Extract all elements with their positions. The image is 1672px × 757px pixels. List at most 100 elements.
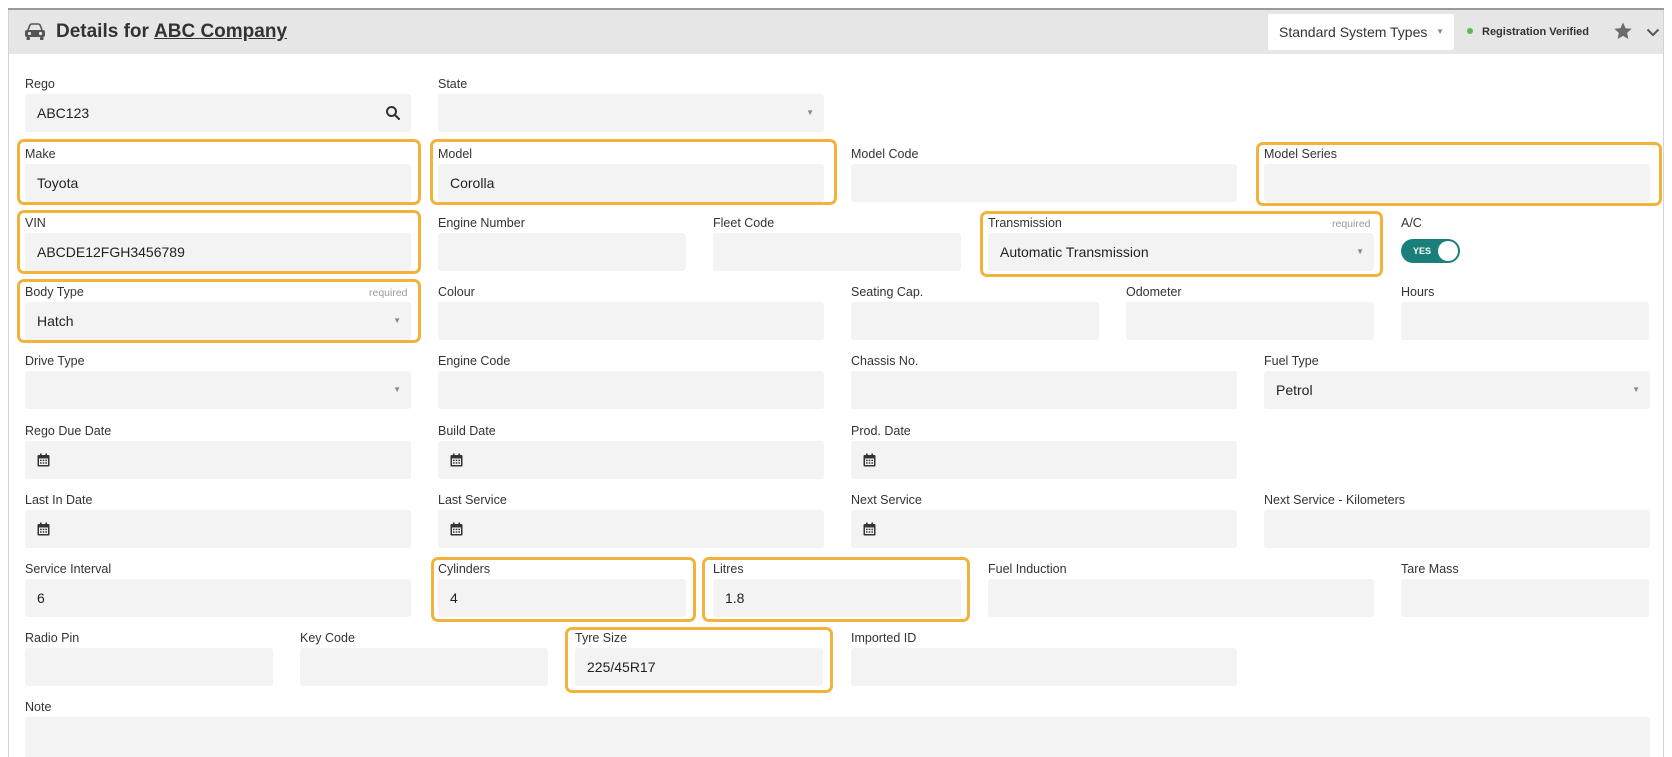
note-textarea[interactable] — [25, 717, 1650, 757]
rego-due-date-label: Rego Due Date — [25, 424, 112, 438]
imported-id-label: Imported ID — [851, 631, 917, 645]
make-value: Toyota — [37, 175, 79, 191]
engine-code-label: Engine Code — [438, 354, 511, 368]
fuel-type-select[interactable]: Petrol ▼ — [1264, 371, 1650, 409]
service-interval-value: 6 — [37, 590, 45, 606]
vin-label: VIN — [25, 216, 46, 230]
make-input[interactable]: Toyota — [25, 164, 411, 202]
calendar-icon[interactable] — [450, 522, 463, 536]
model-code-input[interactable] — [851, 164, 1237, 202]
required-tag: required — [369, 287, 408, 299]
next-service-km-input[interactable] — [1264, 510, 1650, 548]
last-service-input[interactable] — [438, 510, 824, 548]
registration-status-badge: Registration Verified — [1467, 24, 1589, 40]
caret-down-icon: ▼ — [806, 108, 814, 117]
system-types-select[interactable]: Standard System Types ▼ — [1268, 14, 1454, 50]
toggle-knob — [1438, 241, 1458, 261]
cylinders-value: 4 — [450, 590, 458, 606]
calendar-icon[interactable] — [863, 453, 876, 467]
fleet-code-input[interactable] — [713, 233, 961, 271]
key-code-label: Key Code — [300, 631, 355, 645]
model-series-input[interactable] — [1264, 164, 1650, 202]
build-date-input[interactable] — [438, 441, 824, 479]
calendar-icon[interactable] — [37, 522, 50, 536]
model-value: Corolla — [450, 175, 495, 191]
seating-cap-input[interactable] — [851, 302, 1099, 340]
caret-down-icon: ▼ — [1356, 247, 1364, 256]
calendar-icon[interactable] — [37, 453, 50, 467]
radio-pin-input[interactable] — [25, 648, 273, 686]
model-label: Model — [438, 147, 473, 161]
fuel-type-label: Fuel Type — [1264, 354, 1319, 368]
fuel-type-value: Petrol — [1276, 382, 1313, 398]
calendar-icon[interactable] — [863, 522, 876, 536]
fleet-code-label: Fleet Code — [713, 216, 775, 230]
chassis-no-input[interactable] — [851, 371, 1237, 409]
prod-date-label: Prod. Date — [851, 424, 911, 438]
next-service-input[interactable] — [851, 510, 1237, 548]
engine-number-label: Engine Number — [438, 216, 525, 230]
panel-header: Details for ABC Company Standard System … — [9, 10, 1663, 54]
fuel-induction-label: Fuel Induction — [988, 562, 1067, 576]
odometer-input[interactable] — [1126, 302, 1374, 340]
caret-down-icon: ▼ — [393, 385, 401, 394]
last-service-label: Last Service — [438, 493, 507, 507]
state-label: State — [438, 77, 468, 91]
state-select[interactable]: ▼ — [438, 94, 824, 132]
star-icon[interactable] — [1613, 21, 1633, 41]
rego-input[interactable]: ABC123 — [25, 94, 411, 132]
engine-code-input[interactable] — [438, 371, 824, 409]
tare-mass-input[interactable] — [1401, 579, 1649, 617]
cylinders-input[interactable]: 4 — [438, 579, 686, 617]
colour-input[interactable] — [438, 302, 824, 340]
tyre-size-label: Tyre Size — [575, 631, 628, 645]
hours-input[interactable] — [1401, 302, 1649, 340]
company-link[interactable]: ABC Company — [154, 21, 287, 43]
model-input[interactable]: Corolla — [438, 164, 824, 202]
hours-label: Hours — [1401, 285, 1435, 299]
calendar-icon[interactable] — [450, 453, 463, 467]
model-series-label: Model Series — [1264, 147, 1337, 161]
litres-label: Litres — [713, 562, 744, 576]
status-dot — [1467, 28, 1473, 35]
page-title: Details for — [56, 21, 149, 42]
next-service-km-label: Next Service - Kilometers — [1264, 493, 1406, 507]
transmission-select[interactable]: Automatic Transmission ▼ — [988, 233, 1374, 271]
rego-due-date-input[interactable] — [25, 441, 411, 479]
search-icon[interactable] — [385, 105, 401, 121]
car-icon — [25, 23, 45, 40]
engine-number-input[interactable] — [438, 233, 686, 271]
service-interval-input[interactable]: 6 — [25, 579, 411, 617]
tyre-size-input[interactable]: 225/45R17 — [575, 648, 823, 686]
rego-value: ABC123 — [37, 105, 90, 121]
drive-type-select[interactable]: ▼ — [25, 371, 411, 409]
key-code-input[interactable] — [300, 648, 548, 686]
vin-value: ABCDE12FGH3456789 — [37, 244, 185, 260]
vin-input[interactable]: ABCDE12FGH3456789 — [25, 233, 411, 271]
fuel-induction-input[interactable] — [988, 579, 1374, 617]
caret-down-icon: ▼ — [393, 316, 401, 325]
cylinders-label: Cylinders — [438, 562, 491, 576]
litres-value: 1.8 — [725, 590, 745, 606]
ac-label: A/C — [1401, 216, 1422, 230]
next-service-label: Next Service — [851, 493, 922, 507]
note-label: Note — [25, 700, 52, 714]
ac-toggle[interactable]: YES — [1401, 239, 1460, 263]
drive-type-label: Drive Type — [25, 354, 85, 368]
ac-toggle-text: YES — [1413, 246, 1432, 256]
imported-id-input[interactable] — [851, 648, 1237, 686]
model-code-label: Model Code — [851, 147, 919, 161]
tyre-size-value: 225/45R17 — [587, 659, 656, 675]
transmission-value: Automatic Transmission — [1000, 244, 1149, 260]
litres-input[interactable]: 1.8 — [713, 579, 961, 617]
tare-mass-label: Tare Mass — [1401, 562, 1459, 576]
last-in-date-input[interactable] — [25, 510, 411, 548]
radio-pin-label: Radio Pin — [25, 631, 80, 645]
system-types-select-value: Standard System Types — [1279, 24, 1428, 40]
make-label: Make — [25, 147, 56, 161]
chevron-down-icon[interactable] — [1645, 24, 1661, 40]
chassis-no-label: Chassis No. — [851, 354, 919, 368]
rego-label: Rego — [25, 77, 55, 91]
prod-date-input[interactable] — [851, 441, 1237, 479]
body-type-select[interactable]: Hatch ▼ — [25, 302, 411, 340]
